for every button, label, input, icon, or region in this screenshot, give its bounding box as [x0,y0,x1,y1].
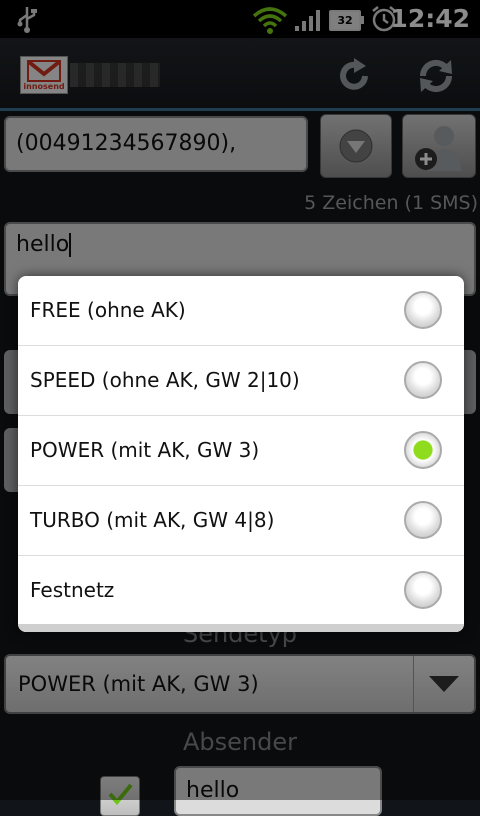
option-label: FREE (ohne AK) [30,298,186,322]
dialog-bottom-bar [18,624,464,632]
option-free[interactable]: FREE (ohne AK) [18,276,464,346]
radio-button[interactable] [404,361,442,399]
radio-button-checked[interactable] [404,431,442,469]
radio-button[interactable] [404,571,442,609]
option-turbo[interactable]: TURBO (mit AK, GW 4|8) [18,486,464,556]
option-label: POWER (mit AK, GW 3) [30,438,260,462]
radio-button[interactable] [404,501,442,539]
option-speed[interactable]: SPEED (ohne AK, GW 2|10) [18,346,464,416]
option-festnetz[interactable]: Festnetz [18,556,464,625]
sendetyp-dialog: FREE (ohne AK) SPEED (ohne AK, GW 2|10) … [18,276,464,632]
option-power[interactable]: POWER (mit AK, GW 3) [18,416,464,486]
option-label: TURBO (mit AK, GW 4|8) [30,508,275,532]
radio-button[interactable] [404,291,442,329]
option-label: Festnetz [30,578,115,602]
option-label: SPEED (ohne AK, GW 2|10) [30,368,300,392]
